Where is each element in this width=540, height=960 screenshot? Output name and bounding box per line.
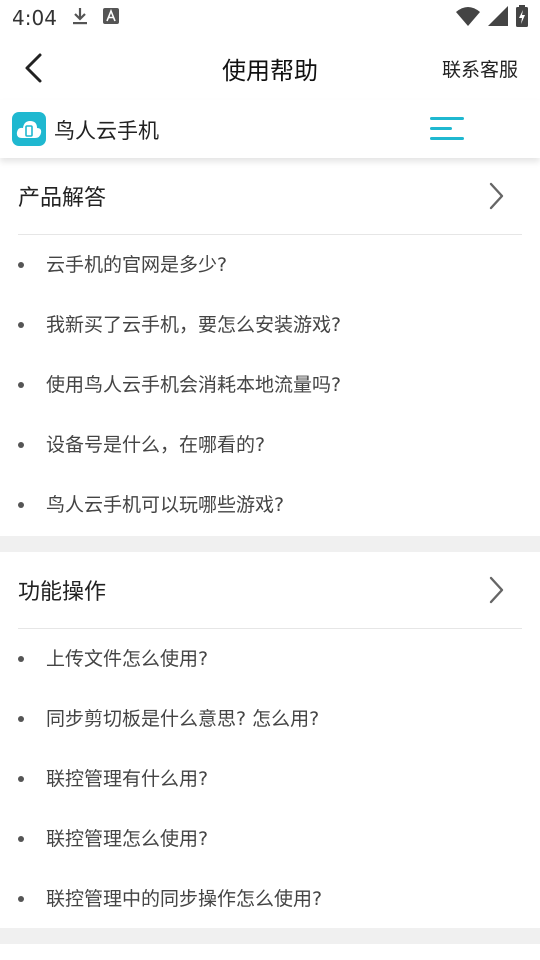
bullet-icon [18,262,24,268]
status-time: 4:04 [12,6,57,30]
question-text: 鸟人云手机可以玩哪些游戏? [46,494,285,516]
question-text: 联控管理怎么使用? [46,828,209,850]
question-item[interactable]: 设备号是什么，在哪看的? [18,415,540,475]
question-text: 联控管理中的同步操作怎么使用? [46,888,323,910]
download-icon [71,6,89,30]
notification-a-icon [102,8,119,28]
bullet-icon [18,836,24,842]
question-list: 上传文件怎么使用? 同步剪切板是什么意思? 怎么用? 联控管理有什么用? 联控管… [0,629,540,929]
section-header-products[interactable]: 产品解答 [18,158,522,235]
section-title: 产品解答 [18,186,107,211]
question-text: 同步剪切板是什么意思? 怎么用? [46,708,320,730]
question-item[interactable]: 我新买了云手机，要怎么安装游戏? [18,295,540,355]
question-list: 云手机的官网是多少? 我新买了云手机，要怎么安装游戏? 使用鸟人云手机会消耗本地… [0,235,540,535]
question-text: 云手机的官网是多少? [46,254,228,276]
menu-button[interactable] [428,114,468,144]
question-text: 联控管理有什么用? [46,768,209,790]
chevron-left-icon [25,53,42,83]
question-item[interactable]: 上传文件怎么使用? [18,629,540,689]
question-item[interactable]: 鸟人云手机可以玩哪些游戏? [18,475,540,535]
question-text: 使用鸟人云手机会消耗本地流量吗? [46,374,342,396]
question-text: 上传文件怎么使用? [46,648,209,670]
question-text: 我新买了云手机，要怎么安装游戏? [46,314,342,336]
bullet-icon [18,322,24,328]
section-divider [0,928,540,944]
chevron-right-icon [489,576,504,604]
menu-icon [430,117,464,140]
question-text: 设备号是什么，在哪看的? [46,434,266,456]
wifi-icon [456,6,480,30]
contact-support-button[interactable]: 联系客服 [442,55,518,82]
section-header-features[interactable]: 功能操作 [18,552,522,629]
page-title: 使用帮助 [222,56,318,85]
brand-name: 鸟人云手机 [54,119,159,143]
bullet-icon [18,656,24,662]
cloud-phone-icon [12,112,46,146]
question-item[interactable]: 使用鸟人云手机会消耗本地流量吗? [18,355,540,415]
section-title: 功能操作 [18,580,107,605]
battery-icon [516,5,528,31]
bullet-icon [18,776,24,782]
faq-section-features: 功能操作 上传文件怎么使用? 同步剪切板是什么意思? 怎么用? 联控管理有什么用… [0,552,540,929]
bullet-icon [18,442,24,448]
question-item[interactable]: 联控管理中的同步操作怎么使用? [18,869,540,929]
question-item[interactable]: 云手机的官网是多少? [18,235,540,295]
section-divider [0,536,540,552]
faq-section-products: 产品解答 云手机的官网是多少? 我新买了云手机，要怎么安装游戏? 使用鸟人云手机… [0,158,540,535]
bullet-icon [18,716,24,722]
status-bar: 4:04 [0,0,540,36]
app-bar: 使用帮助 联系客服 [0,36,540,100]
signal-icon [488,6,508,30]
bullet-icon [18,896,24,902]
bullet-icon [18,502,24,508]
bullet-icon [18,382,24,388]
question-item[interactable]: 联控管理怎么使用? [18,809,540,869]
question-item[interactable]: 同步剪切板是什么意思? 怎么用? [18,689,540,749]
brand-bar: 鸟人云手机 [0,100,540,158]
chevron-right-icon [489,182,504,210]
question-item[interactable]: 联控管理有什么用? [18,749,540,809]
back-button[interactable] [20,52,50,84]
